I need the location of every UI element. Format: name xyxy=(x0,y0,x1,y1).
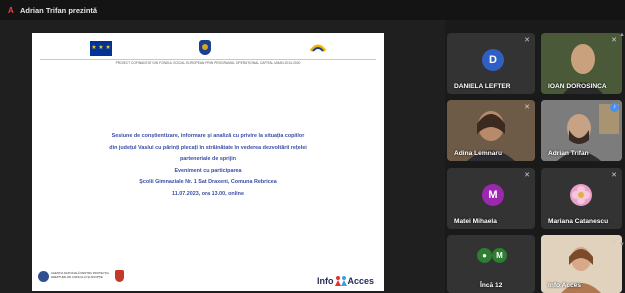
slide-line: din județul Vaslui cu părinți plecați în… xyxy=(109,144,307,151)
presenting-title: Adrian Trifan prezintă xyxy=(20,5,98,15)
slide-line: Sesiune de conștientizare, informare și … xyxy=(111,133,305,139)
avatar: M xyxy=(482,184,504,206)
partner-text: AGENȚIA NAȚIONALĂ PENTRU PROTECȚIA DREPT… xyxy=(51,271,109,279)
shared-screen: ★ ★ ★ PROIECT COFINANȚAT DIN FONDUL SOCI… xyxy=(0,20,445,293)
participant-name: DANIELA LEFTER xyxy=(454,83,511,90)
participant-name: Matei Mihaela xyxy=(454,218,497,225)
info-acces-logo: Info Acces xyxy=(317,275,374,287)
slide-line: 11.07.2023, ora 13.00, online xyxy=(172,190,244,197)
program-logo xyxy=(309,44,327,52)
participant-tile[interactable]: ✕ Info Acces xyxy=(541,235,622,293)
participant-tile[interactable]: ✕ D DANIELA LEFTER xyxy=(447,33,535,94)
flower-avatar-icon xyxy=(570,184,592,206)
more-participants-label: Încă 12 xyxy=(480,282,503,289)
mic-muted-icon: ✕ xyxy=(611,172,617,179)
project-line: PROIECT COFINANȚAT DIN FONDUL SOCIAL EUR… xyxy=(115,61,301,65)
participants-grid: ✕ D DANIELA LEFTER ✕ IOAN DOROSINCA ✕ Ad… xyxy=(445,20,625,293)
people-icon xyxy=(334,276,347,286)
scroll-up-icon[interactable]: ▲ xyxy=(619,32,625,38)
speaking-indicator-icon: ♪ xyxy=(610,103,619,112)
presentation-slide: ★ ★ ★ PROIECT COFINANȚAT DIN FONDUL SOCI… xyxy=(32,33,384,291)
slide-line: Eveniment cu participarea xyxy=(174,167,242,174)
partner-logos: AGENȚIA NAȚIONALĂ PENTRU PROTECȚIA DREPT… xyxy=(38,270,124,282)
participant-tile[interactable]: ✕ M Matei Mihaela xyxy=(447,168,535,229)
participant-name: Info Acces xyxy=(548,282,582,289)
info-acces-right: Acces xyxy=(347,276,375,286)
info-acces-left: Info xyxy=(317,276,334,286)
eu-flag-logo: ★ ★ ★ xyxy=(90,41,112,56)
more-participants-tile[interactable]: ● M Încă 12 xyxy=(447,235,535,293)
slide-line: parteneriale de sprijin xyxy=(179,156,237,162)
participant-tile[interactable]: ✕ Mariana Catanescu xyxy=(541,168,622,229)
mic-muted-icon: ✕ xyxy=(524,37,530,44)
slide-body: Sesiune de conștientizare, informare și … xyxy=(62,131,354,200)
participant-name: Mariana Catanescu xyxy=(548,218,609,225)
slide-line: Școlii Gimnaziale Nr. 1 Sat Draxeni, Com… xyxy=(139,179,277,185)
government-crest-logo xyxy=(199,40,211,55)
county-crest-logo xyxy=(115,270,124,282)
participant-tile-active-speaker[interactable]: ♪ Adrian Trifan xyxy=(541,100,622,161)
scroll-down-icon[interactable]: ▼ xyxy=(619,242,625,248)
participant-name: IOAN DOROSINCA xyxy=(548,83,607,90)
avatar: ● xyxy=(477,248,492,263)
avatar: M xyxy=(492,248,507,263)
avatar: D xyxy=(482,49,504,71)
app-logo: A xyxy=(8,5,14,15)
participant-tile[interactable]: ✕ Adina Lemnaru xyxy=(447,100,535,161)
header-divider xyxy=(40,59,376,60)
mic-muted-icon: ✕ xyxy=(611,239,617,246)
participant-tile[interactable]: ✕ IOAN DOROSINCA xyxy=(541,33,622,94)
participant-name: Adina Lemnaru xyxy=(454,150,502,157)
mic-muted-icon: ✕ xyxy=(611,37,617,44)
participant-name: Adrian Trifan xyxy=(548,150,589,157)
anpdca-logo xyxy=(38,270,49,282)
mic-muted-icon: ✕ xyxy=(524,172,530,179)
top-bar: A Adrian Trifan prezintă xyxy=(0,0,625,20)
mic-muted-icon: ✕ xyxy=(524,104,530,111)
